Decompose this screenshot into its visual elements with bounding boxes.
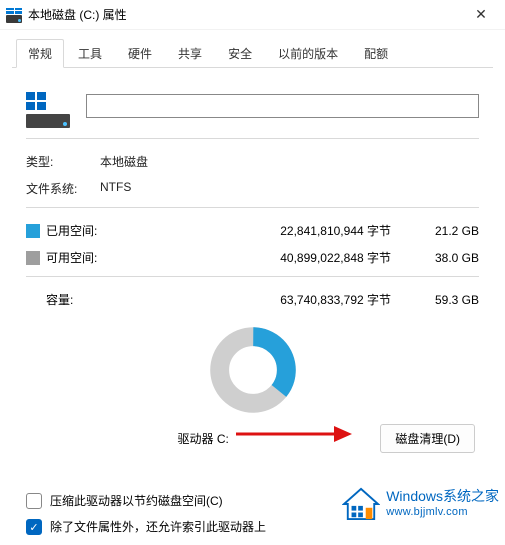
used-bytes: 22,841,810,944 字节 bbox=[118, 222, 409, 239]
separator bbox=[26, 276, 479, 277]
donut-chart-icon bbox=[209, 326, 297, 414]
watermark-title: Windows系统之家 bbox=[386, 488, 499, 504]
capacity-label: 容量: bbox=[46, 291, 118, 308]
tab-general[interactable]: 常规 bbox=[16, 39, 64, 68]
window-title: 本地磁盘 (C:) 属性 bbox=[28, 6, 463, 23]
fs-label: 文件系统: bbox=[26, 180, 100, 197]
free-gb: 38.0 GB bbox=[409, 251, 479, 265]
chart-caption: 驱动器 C: bbox=[26, 430, 380, 447]
tab-hardware[interactable]: 硬件 bbox=[116, 39, 164, 68]
compress-checkbox[interactable] bbox=[26, 493, 42, 509]
tab-tools[interactable]: 工具 bbox=[66, 39, 114, 68]
drive-large-icon bbox=[26, 84, 70, 128]
used-label: 已用空间: bbox=[46, 222, 118, 239]
watermark-url: www.bjjmlv.com bbox=[386, 504, 499, 520]
free-bytes: 40,899,022,848 字节 bbox=[118, 249, 409, 266]
type-value: 本地磁盘 bbox=[100, 153, 479, 170]
compress-label: 压缩此驱动器以节约磁盘空间(C) bbox=[50, 493, 223, 509]
free-label: 可用空间: bbox=[46, 249, 118, 266]
separator bbox=[26, 207, 479, 208]
house-icon bbox=[342, 487, 380, 521]
index-label: 除了文件属性外，还允许索引此驱动器上 bbox=[50, 519, 266, 535]
index-checkbox[interactable]: ✓ bbox=[26, 519, 42, 535]
usage-chart bbox=[26, 326, 479, 414]
drive-icon bbox=[6, 7, 22, 23]
content: 类型: 本地磁盘 文件系统: NTFS 已用空间: 22,841,810,944… bbox=[0, 68, 505, 545]
type-label: 类型: bbox=[26, 153, 100, 170]
tab-quota[interactable]: 配额 bbox=[352, 39, 400, 68]
separator bbox=[26, 138, 479, 139]
close-button[interactable]: ✕ bbox=[463, 1, 499, 29]
tab-prev[interactable]: 以前的版本 bbox=[266, 39, 350, 68]
tab-sharing[interactable]: 共享 bbox=[166, 39, 214, 68]
volume-name-input[interactable] bbox=[86, 94, 479, 118]
disk-cleanup-button[interactable]: 磁盘清理(D) bbox=[380, 424, 475, 453]
tab-security[interactable]: 安全 bbox=[216, 39, 264, 68]
fs-value: NTFS bbox=[100, 180, 479, 197]
used-gb: 21.2 GB bbox=[409, 224, 479, 238]
used-color-swatch bbox=[26, 224, 40, 238]
capacity-bytes: 63,740,833,792 字节 bbox=[118, 291, 409, 308]
tabs: 常规 工具 硬件 共享 安全 以前的版本 配额 bbox=[12, 38, 493, 68]
titlebar: 本地磁盘 (C:) 属性 ✕ bbox=[0, 0, 505, 30]
free-color-swatch bbox=[26, 251, 40, 265]
capacity-gb: 59.3 GB bbox=[409, 293, 479, 307]
watermark: Windows系统之家 www.bjjmlv.com bbox=[342, 487, 499, 521]
